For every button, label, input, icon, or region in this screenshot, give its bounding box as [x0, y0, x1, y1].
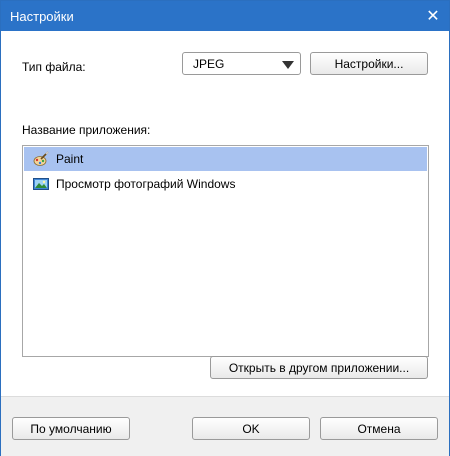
dropdown-arrow-icon [282, 61, 294, 69]
ok-button[interactable]: OK [192, 417, 310, 440]
file-type-select[interactable]: JPEG [182, 52, 301, 75]
cancel-button[interactable]: Отмена [320, 417, 438, 440]
file-type-settings-button[interactable]: Настройки... [310, 52, 428, 75]
close-button[interactable]: ✕ [417, 1, 449, 31]
window-title: Настройки [10, 9, 74, 24]
paint-icon [33, 151, 49, 167]
list-item-label: Просмотр фотографий Windows [56, 177, 236, 191]
dialog-footer: По умолчанию OK Отмена [1, 396, 449, 456]
photo-viewer-icon [33, 176, 49, 192]
list-item-photo-viewer[interactable]: Просмотр фотографий Windows [24, 172, 427, 196]
list-item-paint[interactable]: Paint [24, 147, 427, 171]
dialog-content: Тип файла: JPEG Настройки... Название пр… [1, 31, 449, 395]
title-bar: Настройки ✕ [1, 1, 449, 31]
close-icon: ✕ [426, 8, 440, 25]
app-list[interactable]: Paint Просмотр фотографий Windows [22, 145, 429, 357]
list-item-label: Paint [56, 152, 84, 166]
file-type-value: JPEG [193, 57, 225, 71]
app-name-label: Название приложения: [22, 123, 151, 137]
default-button[interactable]: По умолчанию [12, 417, 130, 440]
file-type-label: Тип файла: [22, 60, 86, 74]
settings-dialog: Настройки ✕ Тип файла: JPEG Настройки...… [0, 0, 450, 456]
open-other-app-button[interactable]: Открыть в другом приложении... [210, 356, 428, 379]
